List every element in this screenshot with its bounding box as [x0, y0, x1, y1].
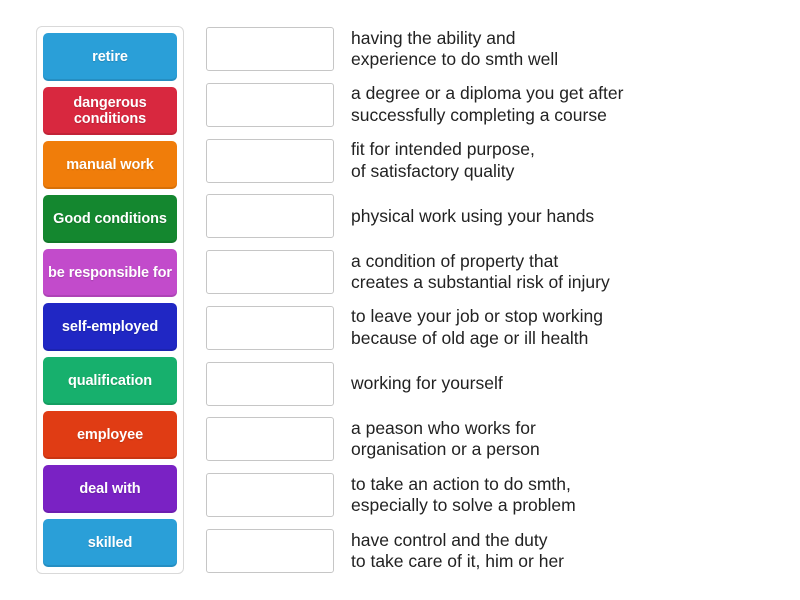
tile-qualification[interactable]: qualification	[43, 357, 177, 405]
pair-row: having the ability and experience to do …	[206, 24, 790, 74]
tile-retire[interactable]: retire	[43, 33, 177, 81]
drop-slot-1[interactable]	[206, 27, 334, 71]
tile-self-employed[interactable]: self-employed	[43, 303, 177, 351]
definition-text-5: a condition of property that creates a s…	[351, 250, 610, 293]
tile-manual-work[interactable]: manual work	[43, 141, 177, 189]
definition-text-3: fit for intended purpose, of satisfactor…	[351, 139, 535, 181]
pair-row: physical work using your hands	[206, 191, 790, 241]
drop-slot-2[interactable]	[206, 82, 334, 127]
drop-slot-9[interactable]	[206, 473, 334, 518]
drop-slot-10[interactable]	[206, 528, 334, 573]
pair-row: fit for intended purpose, of satisfactor…	[206, 136, 790, 186]
tile-good-conditions[interactable]: Good conditions	[43, 195, 177, 243]
drop-slot-5[interactable]	[206, 250, 334, 295]
tile-employee[interactable]: employee	[43, 411, 177, 459]
pair-row: working for yourself	[206, 359, 790, 409]
drop-slot-6[interactable]	[206, 305, 334, 350]
pair-row: a peason who works for organisation or a…	[206, 414, 790, 464]
tile-skilled[interactable]: skilled	[43, 519, 177, 567]
drop-slot-7[interactable]	[206, 361, 334, 406]
draggable-tiles-panel: retire dangerous conditions manual work …	[36, 26, 184, 574]
tile-dangerous-conditions[interactable]: dangerous conditions	[43, 87, 177, 135]
definition-text-10: have control and the duty to take care o…	[351, 529, 565, 571]
definition-text-4: physical work using your hands	[351, 205, 595, 226]
pair-row: a degree or a diploma you get after succ…	[206, 80, 790, 130]
match-up-activity: retire dangerous conditions manual work …	[0, 0, 800, 600]
pair-row: a condition of property that creates a s…	[206, 247, 790, 297]
pair-row: to leave your job or stop working becaus…	[206, 303, 790, 353]
definition-text-8: a peason who works for organisation or a…	[351, 418, 540, 460]
tile-deal-with[interactable]: deal with	[43, 465, 177, 513]
drop-slot-4[interactable]	[206, 194, 334, 239]
definition-text-2: a degree or a diploma you get after succ…	[351, 83, 624, 125]
drop-slot-3[interactable]	[206, 138, 334, 183]
tile-be-responsible-for[interactable]: be responsible for	[43, 249, 177, 297]
definition-text-6: to leave your job or stop working becaus…	[351, 306, 603, 348]
drop-slot-8[interactable]	[206, 417, 334, 462]
pair-row: have control and the duty to take care o…	[206, 526, 790, 576]
definition-text-9: to take an action to do smth, especially…	[351, 473, 576, 516]
definition-text-7: working for yourself	[351, 372, 503, 393]
definition-text-1: having the ability and experience to do …	[351, 27, 559, 69]
definitions-list: having the ability and experience to do …	[206, 24, 790, 576]
pair-row: to take an action to do smth, especially…	[206, 470, 790, 520]
